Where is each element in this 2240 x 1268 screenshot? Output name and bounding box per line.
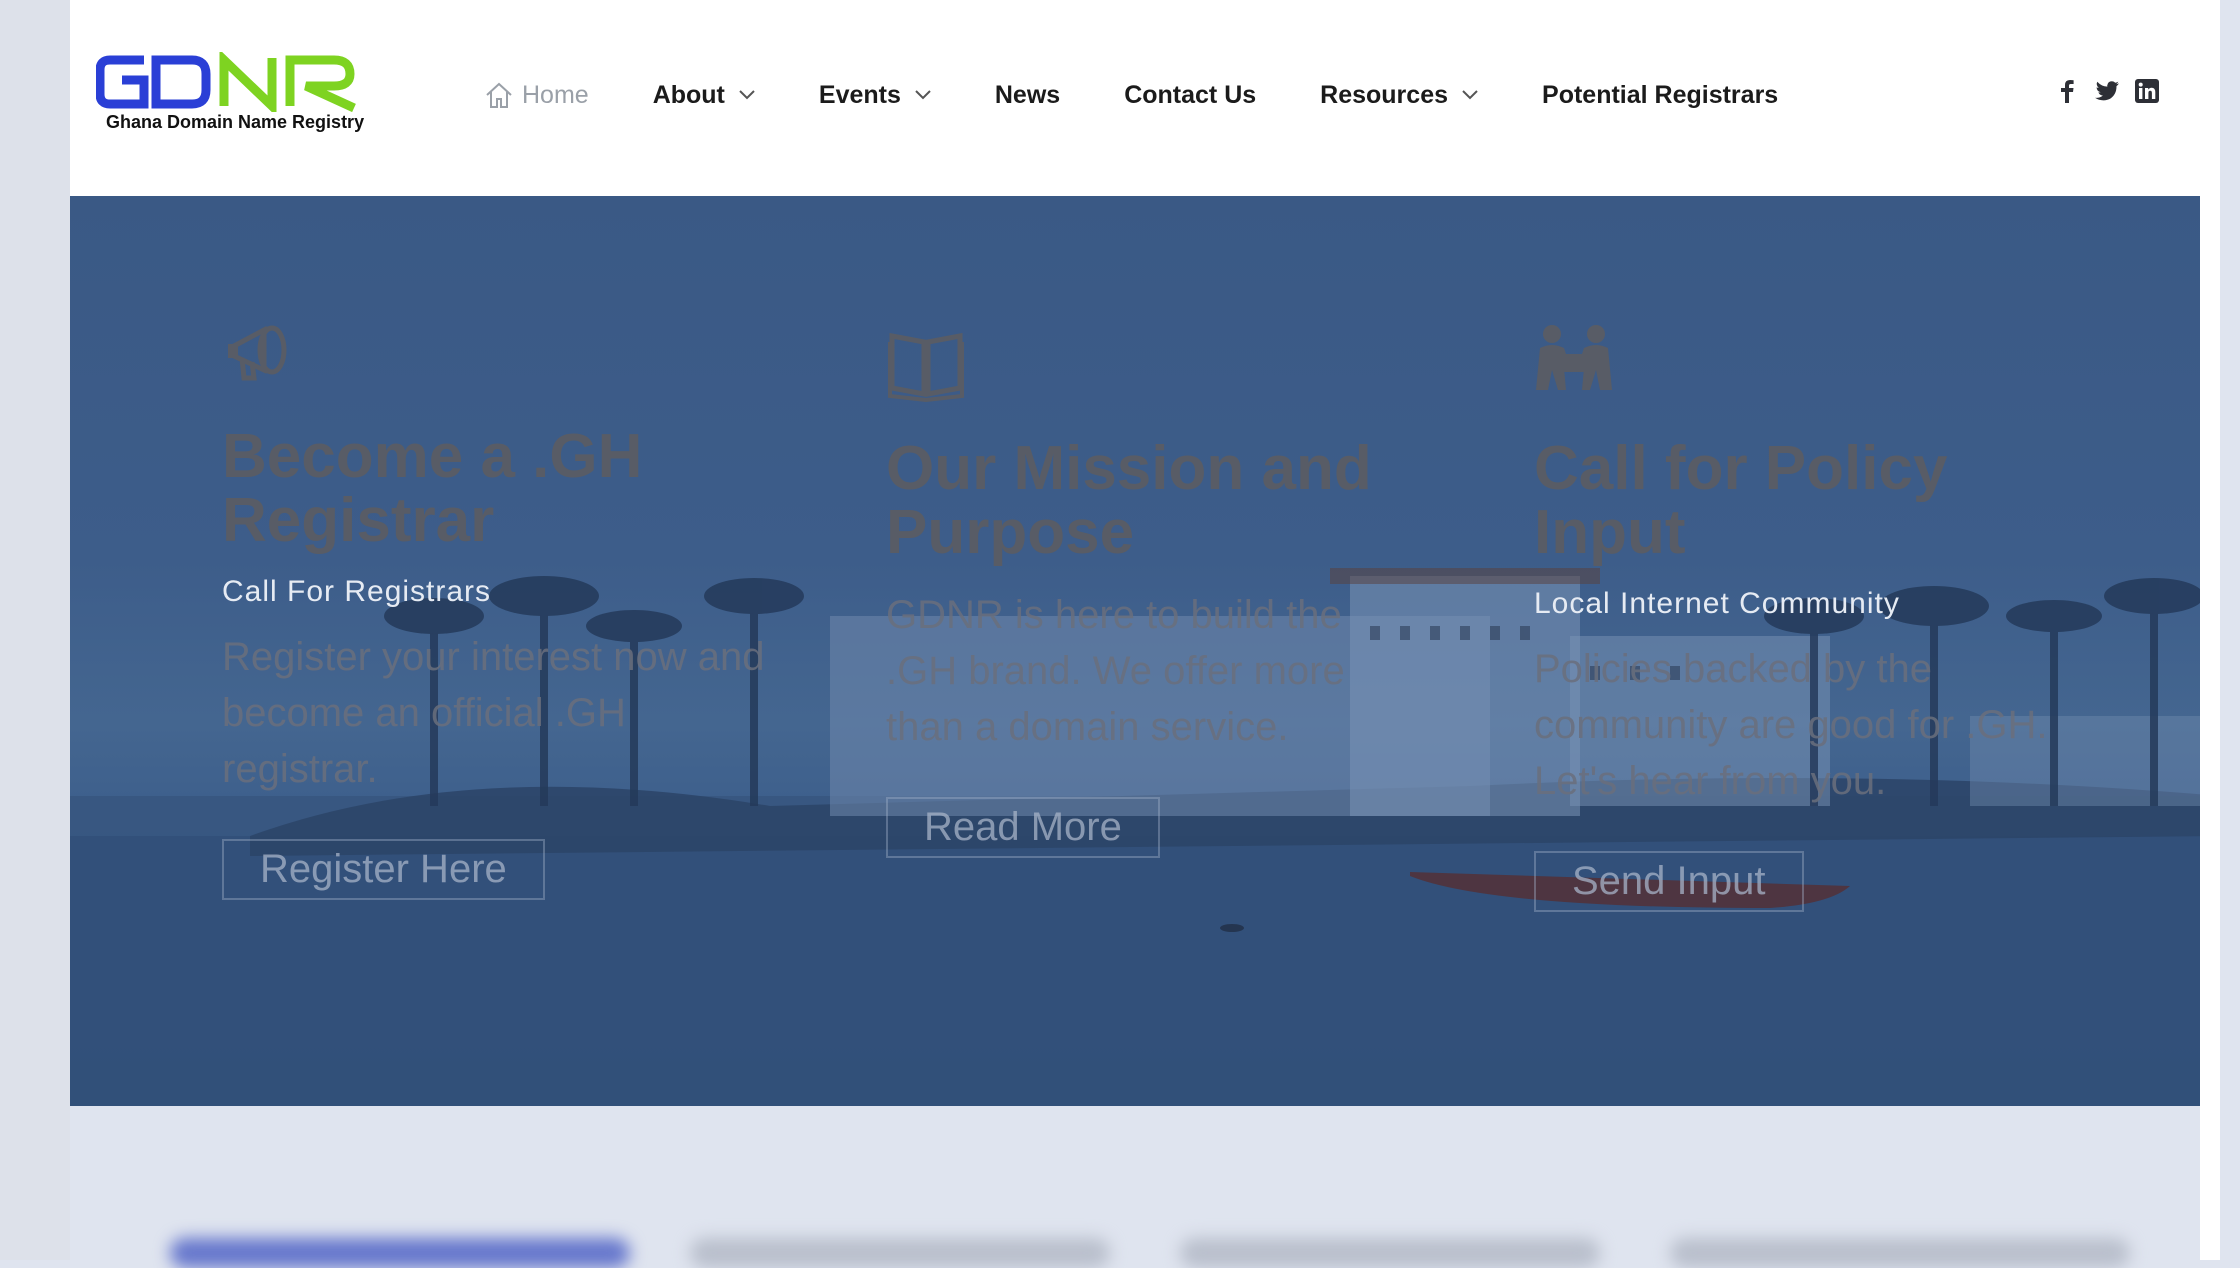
section-card-shadow [170,1238,630,1268]
nav-item-resources[interactable]: Resources [1320,81,1478,110]
chevron-down-icon [915,90,931,100]
page-gutter-right [2200,0,2220,1260]
card-title: Become a .GH Registrar [222,422,643,555]
section-card-shadow [1180,1238,1600,1268]
hero-card-mission: Our Mission and Purpose GDNR is here to … [886,322,1406,858]
nav-item-potential-registrars[interactable]: Potential Registrars [1542,81,1778,110]
hero-banner: Become a .GH Registrar Call For Registra… [70,196,2220,1106]
section-card-shadow [1670,1238,2130,1268]
card-text: Register your interest now and become an… [222,635,765,791]
nav-item-home[interactable]: Home [484,80,589,110]
section-card-shadow [690,1238,1110,1268]
card-subtitle: Call For Registrars [222,575,492,608]
nav-item-news[interactable]: News [995,81,1060,110]
community-icon [1536,325,1612,390]
card-title: Our Mission and Purpose [886,434,1372,567]
nav-item-contact-us[interactable]: Contact Us [1124,81,1256,110]
nav-item-events[interactable]: Events [819,81,931,110]
main-nav: Home About Events News Contact Us Resour… [484,80,1842,110]
hero-card-registrar: Become a .GH Registrar Call For Registra… [222,312,782,900]
hero-card-policy: Call for Policy Input Local Internet Com… [1534,320,2054,912]
nav-label-events: Events [818,80,901,109]
read-more-button[interactable]: Read More [886,797,1160,858]
logo-tagline: Ghana Domain Name Registry [106,112,365,132]
site-logo[interactable]: Ghana Domain Name Registry [96,52,376,142]
nav-item-about[interactable]: About [653,81,755,110]
card-text: Policies backed by the community are goo… [1534,647,2048,803]
social-links [2040,78,2160,104]
page-gutter-left [0,0,70,1260]
page: Ghana Domain Name Registry Home About Ev… [70,0,2220,1268]
nav-label-home: Home [522,80,589,109]
card-subtitle: Local Internet Community [1534,587,1900,620]
chevron-down-icon [1462,90,1478,100]
megaphone-icon [228,325,287,381]
nav-label-news: News [994,80,1061,109]
gdnr-logo-icon [96,52,356,112]
chevron-down-icon [739,90,755,100]
nav-label-about: About [652,80,725,109]
twitter-icon[interactable] [2094,78,2120,104]
book-icon [888,332,964,403]
facebook-icon[interactable] [2054,78,2080,104]
register-here-button[interactable]: Register Here [222,839,545,900]
content-section [70,1106,2220,1268]
send-input-button[interactable]: Send Input [1534,851,1804,912]
card-title: Call for Policy Input [1534,434,1948,567]
card-text: GDNR is here to build the .GH brand. We … [886,593,1345,749]
nav-label-contact-us: Contact Us [1124,80,1257,109]
nav-label-resources: Resources [1320,80,1449,109]
site-header: Ghana Domain Name Registry Home About Ev… [70,0,2220,196]
nav-label-potential-registrars: Potential Registrars [1542,80,1779,109]
home-icon [486,82,512,108]
linkedin-icon[interactable] [2134,78,2160,104]
